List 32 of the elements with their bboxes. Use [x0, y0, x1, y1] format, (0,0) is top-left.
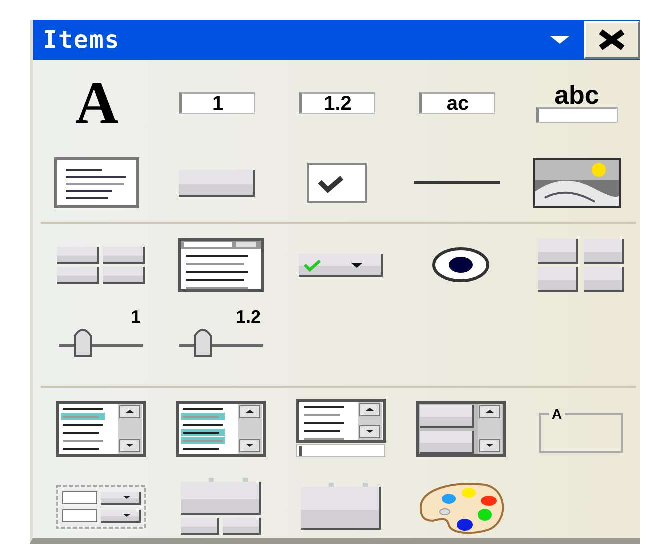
list-with-field-icon[interactable]	[296, 399, 386, 459]
slider-icon[interactable]	[59, 326, 143, 360]
slider-icon[interactable]	[179, 326, 263, 360]
button-grid-icon[interactable]	[536, 237, 626, 293]
text-window-icon[interactable]	[178, 238, 264, 292]
slider-value: 1	[130, 308, 141, 326]
push-button-icon[interactable]	[177, 168, 257, 198]
window-title: Items	[43, 26, 122, 54]
scrolling-button-list-icon[interactable]	[416, 401, 506, 457]
line-icon[interactable]	[414, 179, 500, 187]
tab-view-with-buttons-icon[interactable]	[179, 478, 263, 536]
field-tool-icon[interactable]: ac	[419, 92, 495, 114]
group-box-label: A	[552, 406, 562, 422]
list-icon[interactable]	[56, 401, 146, 457]
slider-value: 1.2	[236, 308, 261, 326]
field-tool-icon[interactable]: 1	[179, 92, 255, 114]
field-tool-icon[interactable]	[536, 107, 618, 123]
field-group-icon[interactable]	[55, 484, 147, 530]
button-matrix-icon[interactable]	[55, 245, 147, 285]
close-icon	[597, 29, 627, 51]
radio-button-icon[interactable]	[431, 246, 491, 284]
checkbox-icon[interactable]	[306, 162, 368, 204]
dropdown-arrow-icon[interactable]	[550, 35, 570, 45]
tab-view-icon[interactable]	[299, 483, 383, 531]
landscape-icon[interactable]	[533, 158, 621, 208]
text-area-icon[interactable]	[54, 157, 140, 209]
label-text: abc	[554, 83, 600, 107]
multi-select-list-icon[interactable]	[176, 401, 266, 457]
field-tool-icon[interactable]: 1.2	[299, 92, 375, 114]
option-menu-icon[interactable]	[297, 252, 385, 278]
close-button[interactable]	[584, 21, 640, 59]
text-tool-glyph[interactable]: A	[75, 73, 119, 133]
